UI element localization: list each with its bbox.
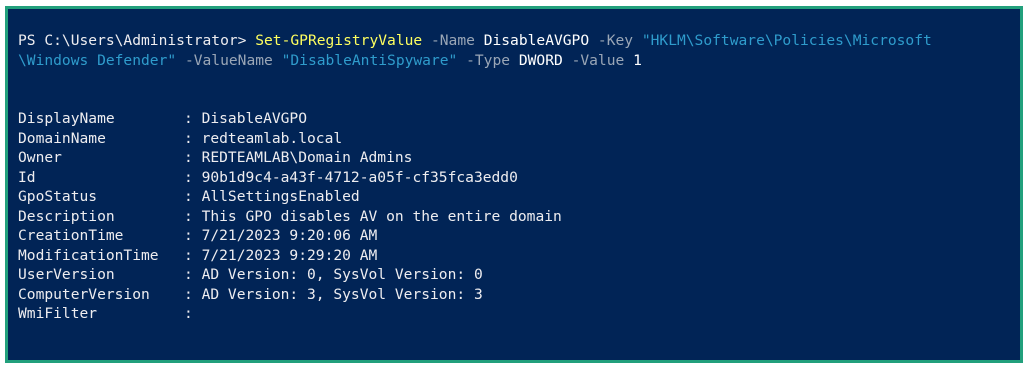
property-name: Id [18, 168, 36, 186]
output-row: ModificationTime : 7/21/2023 9:29:20 AM [18, 246, 1020, 266]
output-row: ComputerVersion : AD Version: 3, SysVol V… [18, 285, 1020, 305]
key-argument-part2: \Windows Defender" [18, 51, 177, 69]
property-name: WmiFilter [18, 305, 98, 322]
command-line-1: PS C:\Users\Administrator> Set-GPRegistr… [18, 31, 1020, 51]
property-value: : AD Version: 3, SysVol Version: 3 [184, 285, 483, 303]
key-argument-part1: "HKLM\Software\Policies\Microsoft [641, 32, 932, 49]
output-row: Id : 90b1d9c4-a43f-4712-a05f-cf35fca3edd0 [18, 168, 1020, 188]
value-argument: 1 [633, 51, 642, 69]
property-name: DomainName [18, 129, 106, 147]
value-parameter: -Value [562, 51, 634, 69]
type-parameter: -Type [457, 51, 519, 69]
property-value: : DisableAVGPO [184, 110, 308, 127]
output-row: CreationTime : 7/21/2023 9:20:06 AM [18, 226, 1020, 246]
property-name: UserVersion [18, 266, 115, 283]
output-row: Description : This GPO disables AV on the… [18, 207, 1020, 227]
output-row: WmiFilter: [18, 304, 1020, 324]
property-value: : AD Version: 0, SysVol Version: 0 [184, 266, 483, 283]
type-argument: DWORD [518, 51, 563, 69]
property-name: ComputerVersion [18, 285, 150, 303]
property-name: CreationTime [18, 227, 124, 244]
output-row: DisplayName : DisableAVGPO [18, 109, 1020, 129]
property-name: ModificationTime [18, 246, 159, 264]
key-parameter: -Key [589, 32, 642, 49]
property-value: : REDTEAMLAB\Domain Admins [184, 149, 413, 166]
output-row: DomainName : redteamlab.local [18, 129, 1020, 149]
output-row: Owner : REDTEAMLAB\Domain Admins [18, 148, 1020, 168]
gpo-output-list: DisplayName : DisableAVGPO DomainName : red… [18, 109, 1020, 324]
property-value: : AllSettingsEnabled [184, 188, 360, 205]
prompt: PS C:\Users\Administrator> [18, 32, 256, 49]
property-value: : This GPO disables AV on the entire dom… [184, 207, 562, 225]
name-argument: DisableAVGPO [483, 32, 590, 49]
valuename-parameter: -ValueName [176, 51, 282, 69]
output-row: UserVersion : AD Version: 0, SysVol Versi… [18, 265, 1020, 285]
powershell-console[interactable]: PS C:\Users\Administrator> Set-GPRegistr… [5, 6, 1023, 363]
property-value: : [184, 305, 193, 322]
cmdlet-name: Set-GPRegistryValue [255, 32, 423, 49]
property-name: Owner [18, 149, 62, 166]
valuename-argument: "DisableAntiSpyware" [281, 51, 458, 69]
property-value: : 90b1d9c4-a43f-4712-a05f-cf35fca3edd0 [184, 168, 518, 186]
property-value: : 7/21/2023 9:29:20 AM [184, 246, 378, 264]
property-value: : redteamlab.local [184, 129, 343, 147]
property-name: Description [18, 207, 115, 225]
property-name: DisplayName [18, 110, 115, 127]
screenshot-frame: PS C:\Users\Administrator> Set-GPRegistr… [0, 0, 1032, 371]
property-value: : 7/21/2023 9:20:06 AM [184, 227, 378, 244]
output-row: GpoStatus : AllSettingsEnabled [18, 187, 1020, 207]
command-line-2: \Windows Defender" -ValueName "DisableAn… [18, 51, 1020, 71]
property-name: GpoStatus [18, 188, 98, 205]
name-parameter: -Name [422, 32, 484, 49]
